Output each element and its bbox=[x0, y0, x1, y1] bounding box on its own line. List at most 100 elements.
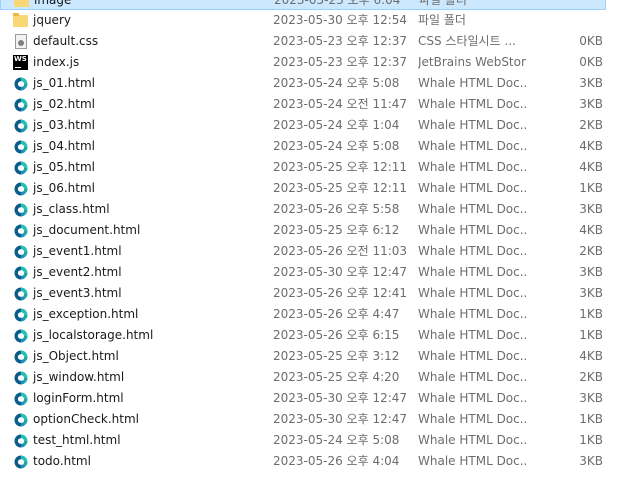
file-type: Whale HTML Doc... bbox=[418, 307, 526, 321]
file-row[interactable]: js_02.html 2023-05-24 오전 11:47 Whale HTML … bbox=[0, 94, 637, 115]
file-name: js_Object.html bbox=[33, 349, 119, 363]
whale-html-icon bbox=[13, 97, 29, 113]
file-size: 4KB bbox=[579, 160, 603, 174]
whale-html-icon bbox=[13, 118, 29, 134]
folder-row[interactable]: jquery 2023-05-30 오후 12:54 파일 폴더 bbox=[0, 10, 637, 31]
file-row[interactable]: default.css 2023-05-23 오후 12:37 CSS 스타일시트 … bbox=[0, 31, 637, 52]
whale-html-icon bbox=[13, 202, 29, 218]
file-date-modified: 2023-05-24 오후 5:08 bbox=[273, 139, 400, 153]
whale-html-icon bbox=[13, 328, 29, 344]
file-name: js_class.html bbox=[33, 202, 110, 216]
file-type: Whale HTML Doc... bbox=[418, 433, 526, 447]
file-name: js_06.html bbox=[33, 181, 96, 195]
file-size: 0KB bbox=[579, 55, 603, 69]
file-row[interactable]: js_window.html 2023-05-25 오후 4:20 Whale HT… bbox=[0, 367, 637, 388]
file-type: 파일 폴더 bbox=[418, 13, 466, 27]
file-name: js_01.html bbox=[33, 76, 96, 90]
whale-html-icon bbox=[13, 349, 29, 365]
file-row[interactable]: todo.html 2023-05-26 오후 4:04 Whale HTML Do… bbox=[0, 451, 637, 472]
file-size: 4KB bbox=[579, 349, 603, 363]
file-date-modified: 2023-05-26 오후 12:41 bbox=[273, 286, 408, 300]
file-date-modified: 2023-05-26 오후 6:15 bbox=[273, 328, 400, 342]
whale-html-icon bbox=[13, 181, 29, 197]
file-name: todo.html bbox=[33, 454, 91, 468]
file-date-modified: 2023-05-24 오후 5:08 bbox=[273, 433, 400, 447]
file-date-modified: 2023-05-25 오후 12:11 bbox=[273, 181, 408, 195]
file-row[interactable]: js_event2.html 2023-05-30 오후 12:47 Whale H… bbox=[0, 262, 637, 283]
file-name: js_document.html bbox=[33, 223, 141, 237]
file-date-modified: 2023-05-25 오후 6:12 bbox=[273, 223, 400, 237]
file-date-modified: 2023-05-23 오후 12:37 bbox=[273, 55, 408, 69]
file-name: optionCheck.html bbox=[33, 412, 140, 426]
file-type: Whale HTML Doc... bbox=[418, 370, 526, 384]
file-date-modified: 2023-05-25 오후 3:12 bbox=[273, 349, 400, 363]
whale-html-icon bbox=[13, 286, 29, 302]
file-size: 4KB bbox=[579, 139, 603, 153]
file-row[interactable]: js_localstorage.html 2023-05-26 오후 6:15 Wh… bbox=[0, 325, 637, 346]
file-date-modified: 2023-05-26 오후 4:04 bbox=[273, 454, 400, 468]
file-name: js_event2.html bbox=[33, 265, 122, 279]
file-type: Whale HTML Doc... bbox=[418, 118, 526, 132]
file-type: CSS 스타일시트 ... bbox=[418, 34, 516, 48]
file-name: js_window.html bbox=[33, 370, 125, 384]
file-date-modified: 2023-05-26 오후 5:58 bbox=[273, 202, 400, 216]
file-date-modified: 2023-05-30 오후 12:54 bbox=[273, 13, 408, 27]
whale-html-icon bbox=[13, 265, 29, 281]
whale-html-icon bbox=[13, 454, 29, 470]
file-name: js_04.html bbox=[33, 139, 96, 153]
file-date-modified: 2023-05-24 오후 5:08 bbox=[273, 76, 400, 90]
file-name: js_event1.html bbox=[33, 244, 122, 258]
file-size: 2KB bbox=[579, 118, 603, 132]
file-size: 3KB bbox=[579, 202, 603, 216]
file-row[interactable]: loginForm.html 2023-05-30 오후 12:47 Whale H… bbox=[0, 388, 637, 409]
file-row[interactable]: js_05.html 2023-05-25 오후 12:11 Whale HTML … bbox=[0, 157, 637, 178]
folder-row[interactable]: image 2023-05-23 오후 6:04 파일 폴더 bbox=[0, 0, 606, 10]
whale-html-icon bbox=[13, 391, 29, 407]
file-date-modified: 2023-05-26 오후 4:47 bbox=[273, 307, 400, 321]
webstorm-icon: WS bbox=[13, 55, 28, 70]
file-row[interactable]: js_exception.html 2023-05-26 오후 4:47 Whale… bbox=[0, 304, 637, 325]
file-row[interactable]: js_document.html 2023-05-25 오후 6:12 Whale … bbox=[0, 220, 637, 241]
file-date-modified: 2023-05-24 오후 1:04 bbox=[273, 118, 400, 132]
file-row[interactable]: js_03.html 2023-05-24 오후 1:04 Whale HTML D… bbox=[0, 115, 637, 136]
file-row[interactable]: js_event3.html 2023-05-26 오후 12:41 Whale H… bbox=[0, 283, 637, 304]
file-row[interactable]: js_event1.html 2023-05-26 오전 11:03 Whale H… bbox=[0, 241, 637, 262]
file-date-modified: 2023-05-30 오후 12:47 bbox=[273, 391, 408, 405]
file-type: Whale HTML Doc... bbox=[418, 139, 526, 153]
file-type: Whale HTML Doc... bbox=[418, 223, 526, 237]
css-file-icon bbox=[15, 34, 27, 49]
file-type: Whale HTML Doc... bbox=[418, 244, 526, 258]
whale-html-icon bbox=[13, 160, 29, 176]
whale-html-icon bbox=[13, 412, 29, 428]
file-size: 3KB bbox=[579, 265, 603, 279]
file-size: 4KB bbox=[579, 223, 603, 237]
file-type: Whale HTML Doc... bbox=[418, 328, 526, 342]
file-row[interactable]: optionCheck.html 2023-05-30 오후 12:47 Whale… bbox=[0, 409, 637, 430]
file-size: 1KB bbox=[579, 307, 603, 321]
file-row[interactable]: WS index.js 2023-05-23 오후 12:37 JetBrains W… bbox=[0, 52, 637, 73]
file-name: js_event3.html bbox=[33, 286, 122, 300]
file-row[interactable]: test_html.html 2023-05-24 오후 5:08 Whale HT… bbox=[0, 430, 637, 451]
file-type: Whale HTML Doc... bbox=[418, 349, 526, 363]
file-row[interactable]: js_04.html 2023-05-24 오후 5:08 Whale HTML D… bbox=[0, 136, 637, 157]
whale-html-icon bbox=[13, 76, 29, 92]
file-name: js_02.html bbox=[33, 97, 96, 111]
file-date-modified: 2023-05-25 오후 12:11 bbox=[273, 160, 408, 174]
file-size: 2KB bbox=[579, 370, 603, 384]
file-row[interactable]: js_class.html 2023-05-26 오후 5:58 Whale HTM… bbox=[0, 199, 637, 220]
file-row[interactable]: js_06.html 2023-05-25 오후 12:11 Whale HTML … bbox=[0, 178, 637, 199]
file-type: Whale HTML Doc... bbox=[418, 412, 526, 426]
file-name: loginForm.html bbox=[33, 391, 124, 405]
whale-html-icon bbox=[13, 244, 29, 260]
file-type: JetBrains WebStor... bbox=[418, 55, 526, 69]
file-name: js_03.html bbox=[33, 118, 96, 132]
whale-html-icon bbox=[13, 223, 29, 239]
file-size: 0KB bbox=[579, 34, 603, 48]
file-row[interactable]: js_Object.html 2023-05-25 오후 3:12 Whale HT… bbox=[0, 346, 637, 367]
file-type: Whale HTML Doc... bbox=[418, 391, 526, 405]
file-name: jquery bbox=[33, 13, 71, 27]
file-row[interactable]: js_01.html 2023-05-24 오후 5:08 Whale HTML D… bbox=[0, 73, 637, 94]
file-date-modified: 2023-05-25 오후 4:20 bbox=[273, 370, 400, 384]
file-name: index.js bbox=[33, 55, 80, 69]
file-size: 3KB bbox=[579, 454, 603, 468]
